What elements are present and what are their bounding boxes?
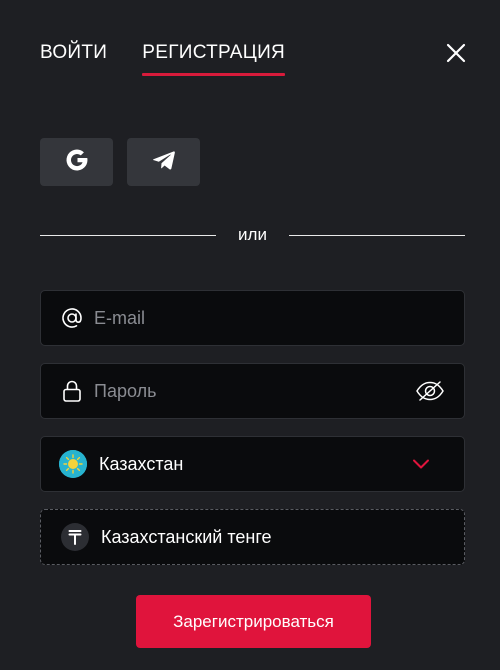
telegram-login-button[interactable]	[127, 138, 200, 186]
register-button[interactable]: Зарегистрироваться	[136, 595, 371, 648]
password-input[interactable]	[94, 364, 414, 418]
email-input[interactable]	[94, 291, 464, 345]
tab-registration[interactable]: РЕГИСТРАЦИЯ	[142, 40, 285, 76]
social-login-row	[40, 138, 200, 186]
close-icon[interactable]	[445, 42, 467, 64]
eye-slash-icon[interactable]	[414, 379, 446, 403]
country-value: Казахстан	[99, 453, 184, 474]
country-select[interactable]: Казахстан	[40, 436, 465, 492]
currency-field: Казахстанский тенге	[40, 509, 465, 565]
password-field[interactable]	[40, 363, 465, 419]
chevron-down-icon[interactable]	[412, 458, 430, 470]
google-icon	[64, 147, 90, 178]
or-divider: или	[40, 222, 466, 248]
divider-line-right	[288, 234, 466, 236]
kazakhstan-flag-icon	[59, 450, 87, 478]
email-field[interactable]	[40, 290, 465, 346]
divider-text: или	[238, 225, 267, 244]
auth-tabs: ВОЙТИ РЕГИСТРАЦИЯ	[40, 40, 285, 76]
divider-line-left	[40, 234, 217, 236]
at-icon	[61, 307, 83, 329]
currency-value: Казахстанский тенге	[101, 526, 272, 547]
tab-login[interactable]: ВОЙТИ	[40, 40, 107, 76]
telegram-icon	[151, 148, 177, 177]
tenge-icon	[61, 523, 89, 551]
lock-icon	[61, 380, 83, 402]
google-login-button[interactable]	[40, 138, 113, 186]
